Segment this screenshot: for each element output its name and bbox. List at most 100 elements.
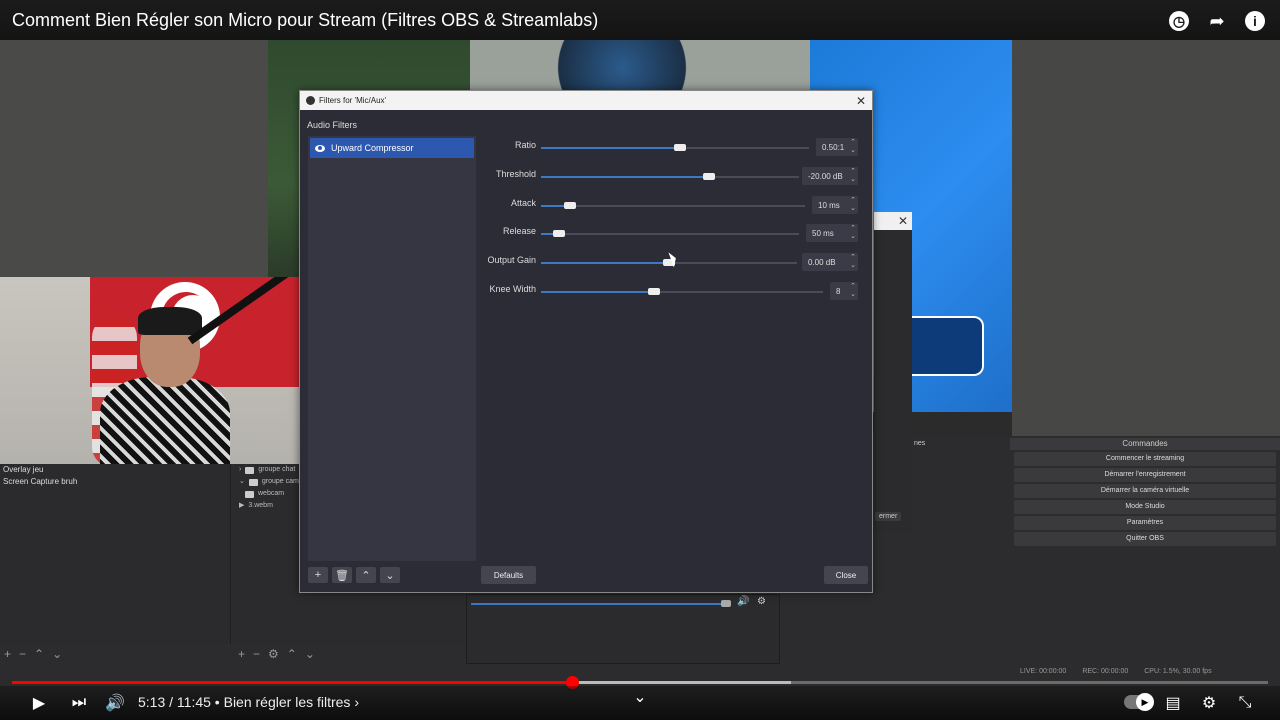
gear-icon[interactable]: ⚙ [757, 596, 766, 607]
dialog-titlebar: Filters for 'Mic/Aux' ✕ [300, 91, 872, 110]
settings-button[interactable]: ⚙ [1198, 692, 1220, 714]
start-recording-button[interactable]: Démarrer l'enregistrement [1014, 468, 1276, 482]
chevron-down-icon[interactable]: ⌄ [305, 647, 315, 661]
spin-arrows-icon[interactable]: ⌃ ⌄ [850, 225, 856, 241]
expand-icon: › [239, 466, 242, 473]
slider-thumb[interactable] [564, 202, 577, 209]
sources-panel: Overlay jeu Screen Capture bruh [0, 464, 231, 644]
dialog-title: Filters for 'Mic/Aux' [319, 96, 387, 105]
chevron-up-icon[interactable]: ⌃ [287, 647, 297, 661]
gear-icon[interactable]: ⚙ [268, 647, 279, 661]
collapse-icon: ⌄ [239, 478, 245, 485]
volume-handle[interactable] [721, 600, 731, 607]
slider-thumb[interactable] [553, 230, 566, 237]
property-slider[interactable] [541, 202, 805, 209]
property-value: 0.50:1 [822, 142, 845, 152]
subtitles-button[interactable]: ▤ [1162, 692, 1184, 714]
property-slider[interactable] [541, 259, 797, 266]
quit-obs-button[interactable]: Quitter OBS [1014, 532, 1276, 546]
skip-next-icon: ⏭ [71, 694, 87, 711]
move-up-button[interactable]: ⌃ [356, 567, 376, 583]
obs-preview-right [1012, 40, 1280, 440]
chevron-down-icon[interactable]: ⌄ [52, 647, 62, 661]
spin-arrows-icon[interactable]: ⌃ ⌄ [850, 139, 856, 155]
property-spinbox[interactable]: 0.00 dB ⌃ ⌄ [802, 253, 858, 271]
slider-fill [541, 176, 709, 178]
defaults-button[interactable]: Defaults [481, 566, 536, 584]
spin-arrows-icon[interactable]: ⌃ ⌄ [850, 168, 856, 184]
slider-thumb[interactable] [702, 173, 715, 180]
move-down-button[interactable]: ⌄ [380, 567, 400, 583]
mute-button[interactable]: 🔊 [104, 692, 126, 714]
exit-fullscreen-button[interactable]: ⤡ [1234, 692, 1256, 714]
delete-filter-button[interactable]: 🗑 [332, 567, 352, 583]
folder-icon [248, 478, 258, 486]
property-spinbox[interactable]: -20.00 dB ⌃ ⌄ [802, 167, 858, 185]
obs-logo-icon [306, 96, 315, 105]
studio-mode-button[interactable]: Mode Studio [1014, 500, 1276, 514]
start-virtual-camera-button[interactable]: Démarrer la caméra virtuelle [1014, 484, 1276, 498]
filter-list: Upward Compressor [308, 136, 476, 561]
spin-arrows-icon[interactable]: ⌃ ⌄ [850, 197, 856, 213]
progress-bar[interactable] [12, 676, 1268, 689]
video-frame[interactable]: Overlay jeu Screen Capture bruh › groupe … [0, 0, 1280, 720]
remove-icon[interactable]: − [253, 647, 260, 661]
play-icon: ▶ [32, 695, 46, 712]
commands-title: Commandes [1010, 438, 1280, 450]
eye-icon[interactable] [315, 144, 325, 152]
chapter-title[interactable]: Bien régler les filtres [224, 694, 351, 710]
property-spinbox[interactable]: 50 ms ⌃ ⌄ [806, 224, 858, 242]
slider-thumb[interactable] [674, 144, 687, 151]
next-button[interactable]: ⏭ [68, 692, 90, 714]
time-display: 5:13 / 11:45 • Bien régler les filtres › [138, 694, 359, 710]
chevron-down-icon: ⌄ [385, 569, 395, 582]
chevron-down-icon[interactable]: ⌄ [630, 686, 650, 708]
volume-track[interactable] [471, 603, 729, 605]
info-icon[interactable]: i [1244, 10, 1266, 32]
speaker-icon[interactable]: 🔊 [737, 596, 749, 607]
property-slider[interactable] [541, 173, 799, 180]
start-streaming-button[interactable]: Commencer le streaming [1014, 452, 1276, 466]
chevron-up-icon[interactable]: ⌃ [34, 647, 44, 661]
filter-item-label: Upward Compressor [331, 143, 414, 153]
source-item[interactable]: Screen Capture bruh [0, 476, 230, 488]
source-item[interactable]: Overlay jeu [0, 464, 230, 476]
plus-icon: + [314, 569, 322, 581]
tree-item-label: webcam [258, 490, 285, 497]
add-icon[interactable]: + [238, 647, 245, 661]
property-row: Attack 10 ms ⌃ ⌄ [480, 196, 870, 216]
slider-thumb[interactable] [647, 288, 660, 295]
spin-arrows-icon[interactable]: ⌃ ⌄ [850, 283, 856, 299]
background-dialog [874, 212, 912, 532]
property-slider[interactable] [541, 230, 799, 237]
property-slider[interactable] [541, 144, 809, 151]
settings-button[interactable]: Paramètres [1014, 516, 1276, 530]
close-icon[interactable]: ✕ [856, 94, 866, 108]
property-label: Attack [510, 198, 536, 208]
add-icon[interactable]: + [4, 647, 11, 661]
spin-arrows-icon[interactable]: ⌃ ⌄ [850, 254, 856, 270]
property-spinbox[interactable]: 10 ms ⌃ ⌄ [812, 196, 858, 214]
property-label: Output Gain [487, 255, 536, 265]
play-button[interactable]: ▶ [28, 692, 50, 714]
microphone-image [520, 40, 690, 95]
close-icon[interactable]: ✕ [898, 214, 908, 228]
video-title[interactable]: Comment Bien Régler son Micro pour Strea… [12, 10, 598, 31]
obs-preview-left [0, 40, 270, 280]
clock-icon[interactable]: ◷ [1168, 10, 1190, 32]
share-icon[interactable]: ➦ [1206, 10, 1228, 32]
property-spinbox[interactable]: 8 ⌃ ⌄ [830, 282, 858, 300]
add-filter-button[interactable]: + [308, 567, 328, 583]
filter-item-upward-compressor[interactable]: Upward Compressor [310, 138, 474, 158]
autoplay-toggle[interactable]: ▶ [1124, 693, 1154, 711]
remove-icon[interactable]: − [19, 647, 26, 661]
property-slider[interactable] [541, 288, 823, 295]
property-spinbox[interactable]: 0.50:1 ⌃ ⌄ [816, 138, 858, 156]
person-body [100, 377, 230, 464]
slider-fill [541, 262, 669, 264]
property-label: Ratio [514, 140, 536, 150]
close-button[interactable]: Close [824, 566, 868, 584]
property-label: Release [502, 226, 536, 236]
slider-fill [541, 147, 681, 149]
property-value: 50 ms [812, 228, 834, 238]
